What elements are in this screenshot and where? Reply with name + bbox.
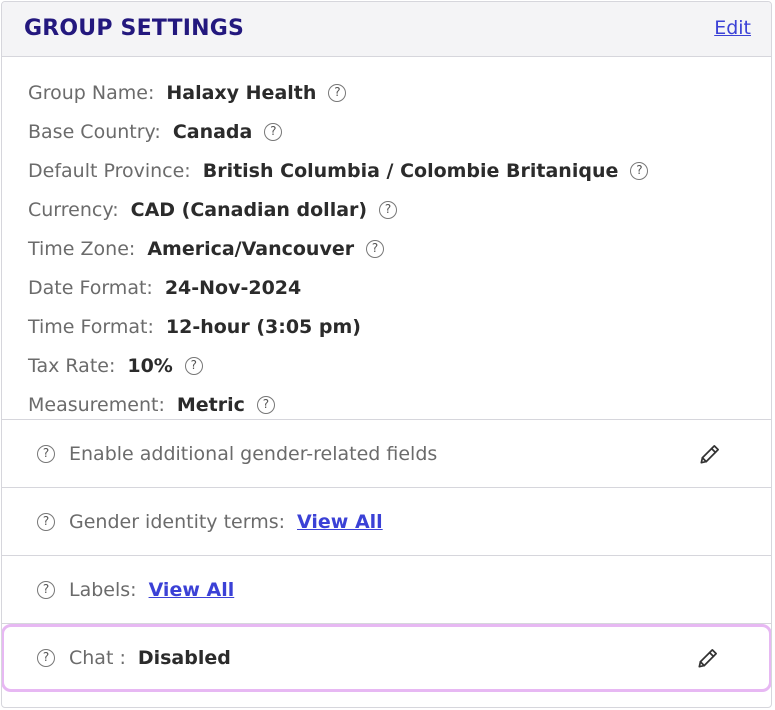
- setting-value: 12-hour (3:05 pm): [165, 315, 361, 338]
- help-icon[interactable]: ?: [184, 356, 203, 375]
- gender-fields-label: Enable additional gender-related fields: [69, 442, 438, 465]
- setting-label: Group Name:: [28, 81, 155, 104]
- setting-label: Measurement:: [28, 393, 165, 416]
- setting-value: Halaxy Health: [166, 81, 317, 104]
- gender-fields-section: ? Enable additional gender-related field…: [2, 420, 771, 488]
- setting-value: 24-Nov-2024: [164, 276, 302, 299]
- setting-label: Currency:: [28, 198, 119, 221]
- setting-value: CAD (Canadian dollar): [130, 198, 368, 221]
- help-icon[interactable]: ?: [264, 122, 283, 141]
- setting-label: Time Format:: [28, 315, 154, 338]
- setting-value: America/Vancouver: [147, 237, 355, 260]
- help-icon[interactable]: ?: [630, 161, 649, 180]
- setting-time-zone: Time Zone: America/Vancouver ?: [2, 229, 771, 268]
- setting-date-format: Date Format: 24-Nov-2024: [2, 268, 771, 307]
- settings-list: Group Name: Halaxy Health ? Base Country…: [2, 57, 771, 420]
- pencil-icon[interactable]: [697, 441, 723, 467]
- help-icon[interactable]: ?: [256, 395, 275, 414]
- gender-terms-view-all-link[interactable]: View All: [297, 511, 383, 533]
- help-icon[interactable]: ?: [37, 580, 55, 599]
- chat-section: ? Chat : Disabled: [2, 624, 771, 692]
- gender-terms-section: ? Gender identity terms: View All: [2, 488, 771, 556]
- setting-default-province: Default Province: British Columbia / Col…: [2, 151, 771, 190]
- setting-measurement: Measurement: Metric ?: [2, 385, 771, 424]
- help-icon[interactable]: ?: [37, 512, 55, 531]
- setting-label: Date Format:: [28, 276, 153, 299]
- help-icon[interactable]: ?: [366, 239, 385, 258]
- group-settings-panel: GROUP SETTINGS Edit Group Name: Halaxy H…: [1, 1, 772, 708]
- setting-label: Tax Rate:: [28, 354, 116, 377]
- edit-link[interactable]: Edit: [714, 17, 751, 39]
- setting-label: Base Country:: [28, 120, 161, 143]
- help-icon[interactable]: ?: [37, 444, 55, 463]
- pencil-icon[interactable]: [695, 645, 721, 671]
- chat-label: Chat :: [69, 647, 126, 669]
- labels-label: Labels:: [69, 578, 137, 601]
- setting-value: 10%: [127, 354, 173, 377]
- setting-group-name: Group Name: Halaxy Health ?: [2, 73, 771, 112]
- panel-title: GROUP SETTINGS: [24, 16, 245, 41]
- setting-label: Default Province:: [28, 159, 191, 182]
- panel-header: GROUP SETTINGS Edit: [2, 2, 771, 57]
- labels-section: ? Labels: View All: [2, 556, 771, 624]
- labels-view-all-link[interactable]: View All: [149, 579, 235, 601]
- setting-label: Time Zone:: [28, 237, 136, 260]
- help-icon[interactable]: ?: [328, 83, 347, 102]
- setting-value: Canada: [172, 120, 253, 143]
- setting-base-country: Base Country: Canada ?: [2, 112, 771, 151]
- gender-terms-label: Gender identity terms:: [69, 510, 286, 533]
- setting-currency: Currency: CAD (Canadian dollar) ?: [2, 190, 771, 229]
- setting-value: British Columbia / Colombie Britanique: [202, 159, 619, 182]
- help-icon[interactable]: ?: [37, 649, 55, 667]
- setting-time-format: Time Format: 12-hour (3:05 pm): [2, 307, 771, 346]
- chat-status-value: Disabled: [137, 647, 231, 669]
- help-icon[interactable]: ?: [379, 200, 398, 219]
- setting-value: Metric: [176, 393, 245, 416]
- setting-tax-rate: Tax Rate: 10% ?: [2, 346, 771, 385]
